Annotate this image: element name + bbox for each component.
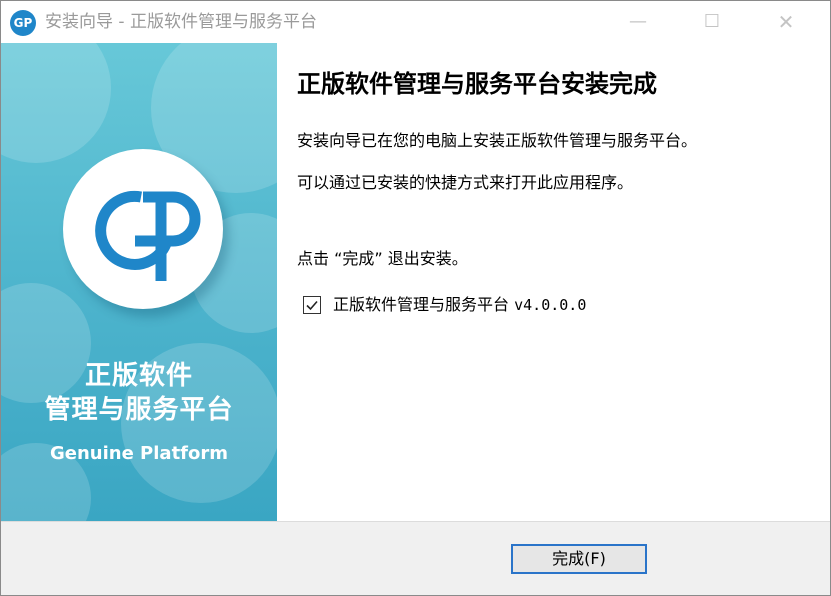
side-banner: 正版软件 管理与服务平台 Genuine Platform xyxy=(1,43,277,521)
install-complete-text: 安装向导已在您的电脑上安装正版软件管理与服务平台。 xyxy=(297,131,698,150)
gp-logo-icon xyxy=(95,190,201,281)
finish-instruction-text: 点击 “完成” 退出安装。 xyxy=(297,249,468,268)
page-title: 正版软件管理与服务平台安装完成 xyxy=(297,70,657,98)
window-title: 安装向导 - 正版软件管理与服务平台 xyxy=(45,12,317,32)
launch-app-checkbox[interactable] xyxy=(303,296,321,314)
checkbox-app-version: v4.0.0.0 xyxy=(514,296,587,314)
checkbox-app-name: 正版软件管理与服务平台 xyxy=(333,295,510,314)
maximize-button[interactable]: ☐ xyxy=(689,1,735,43)
banner-title-line2: 管理与服务平台 xyxy=(44,395,234,425)
banner-english-title: Genuine Platform xyxy=(49,443,228,464)
title-bar[interactable]: GP 安装向导 - 正版软件管理与服务平台 — ☐ ✕ xyxy=(1,1,830,43)
app-icon: GP xyxy=(10,10,36,36)
banner-title-line1: 正版软件 xyxy=(84,361,193,391)
installer-window: GP 安装向导 - 正版软件管理与服务平台 — ☐ ✕ 正版软件 管理与服务平台… xyxy=(0,0,831,596)
finish-button[interactable]: 完成(F) xyxy=(511,544,647,574)
minimize-button[interactable]: — xyxy=(615,1,661,43)
launch-app-checkbox-label[interactable]: 正版软件管理与服务平台 v4.0.0.0 xyxy=(333,293,586,317)
button-bar: 完成(F) xyxy=(1,521,830,595)
checkmark-icon xyxy=(306,300,318,311)
banner-bubble xyxy=(1,43,111,163)
close-button[interactable]: ✕ xyxy=(763,1,809,43)
content-panel: 正版软件管理与服务平台安装完成 安装向导已在您的电脑上安装正版软件管理与服务平台… xyxy=(277,43,830,521)
shortcut-hint-text: 可以通过已安装的快捷方式来打开此应用程序。 xyxy=(297,173,634,192)
